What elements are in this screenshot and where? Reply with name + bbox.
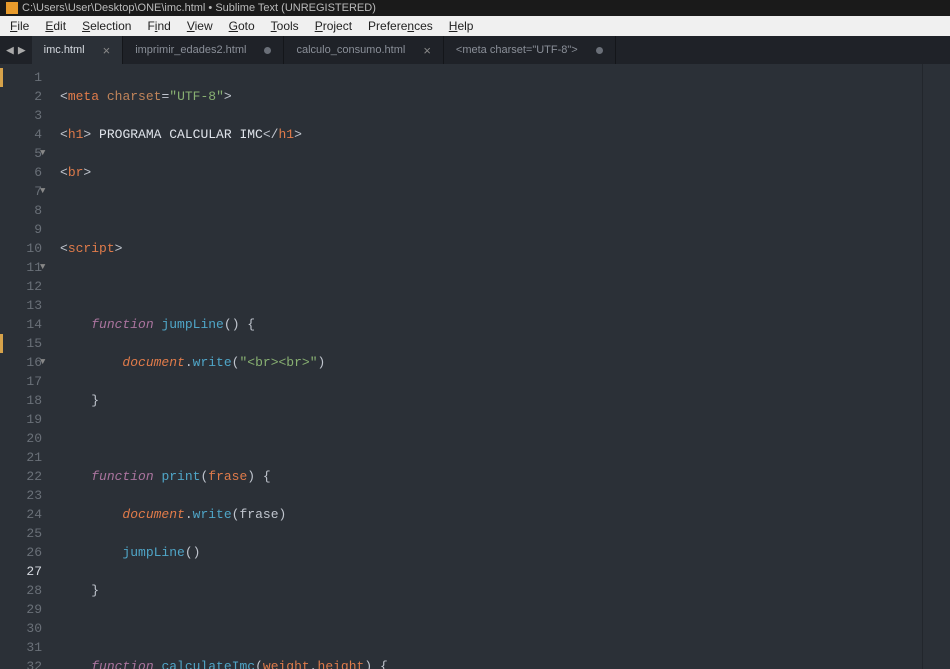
menu-goto[interactable]: Goto [221, 17, 263, 35]
menu-view[interactable]: View [179, 17, 221, 35]
menu-help[interactable]: Help [441, 17, 482, 35]
menu-file[interactable]: File [2, 17, 37, 35]
menu-find[interactable]: Find [139, 17, 178, 35]
dirty-icon [264, 47, 271, 54]
tab-bar: ◀ ▶ imc.html × imprimir_edades2.html cal… [0, 36, 950, 64]
tab-label: imc.html [44, 44, 85, 56]
menu-preferences[interactable]: Preferences [360, 17, 441, 35]
tab-label: calculo_consumo.html [296, 44, 405, 56]
app-icon [6, 2, 18, 14]
menu-selection[interactable]: Selection [74, 17, 139, 35]
editor[interactable]: 1 2 3 4 5▼ 6 7▼ 8 9 10 11▼ 12 13 14 15 1… [0, 64, 950, 669]
title-bar: C:\Users\User\Desktop\ONE\imc.html • Sub… [0, 0, 950, 16]
menu-project[interactable]: Project [307, 17, 360, 35]
menu-bar: File Edit Selection Find View Goto Tools… [0, 16, 950, 36]
tab-meta[interactable]: <meta charset="UTF-8"> [444, 36, 616, 64]
fold-icon[interactable]: ▼ [40, 353, 45, 372]
tab-imprimir[interactable]: imprimir_edades2.html [123, 36, 284, 64]
menu-edit[interactable]: Edit [37, 17, 74, 35]
gutter: 1 2 3 4 5▼ 6 7▼ 8 9 10 11▼ 12 13 14 15 1… [0, 64, 52, 669]
tab-imc[interactable]: imc.html × [32, 36, 124, 64]
tab-label: <meta charset="UTF-8"> [456, 44, 578, 56]
minimap[interactable] [922, 64, 950, 669]
fold-icon[interactable]: ▼ [40, 182, 45, 201]
close-icon[interactable]: × [423, 44, 431, 57]
close-icon[interactable]: × [103, 44, 111, 57]
tab-nav: ◀ ▶ [0, 36, 32, 64]
code-area[interactable]: <meta charset="UTF-8"> <h1> PROGRAMA CAL… [52, 64, 922, 669]
tab-label: imprimir_edades2.html [135, 44, 246, 56]
tab-calculo[interactable]: calculo_consumo.html × [284, 36, 443, 64]
tab-forward-icon[interactable]: ▶ [18, 43, 26, 58]
window-title: C:\Users\User\Desktop\ONE\imc.html • Sub… [22, 2, 376, 14]
fold-icon[interactable]: ▼ [40, 144, 45, 163]
menu-tools[interactable]: Tools [263, 17, 307, 35]
line-number: 1 [0, 68, 42, 87]
dirty-icon [596, 47, 603, 54]
fold-icon[interactable]: ▼ [40, 258, 45, 277]
tab-back-icon[interactable]: ◀ [6, 43, 14, 58]
